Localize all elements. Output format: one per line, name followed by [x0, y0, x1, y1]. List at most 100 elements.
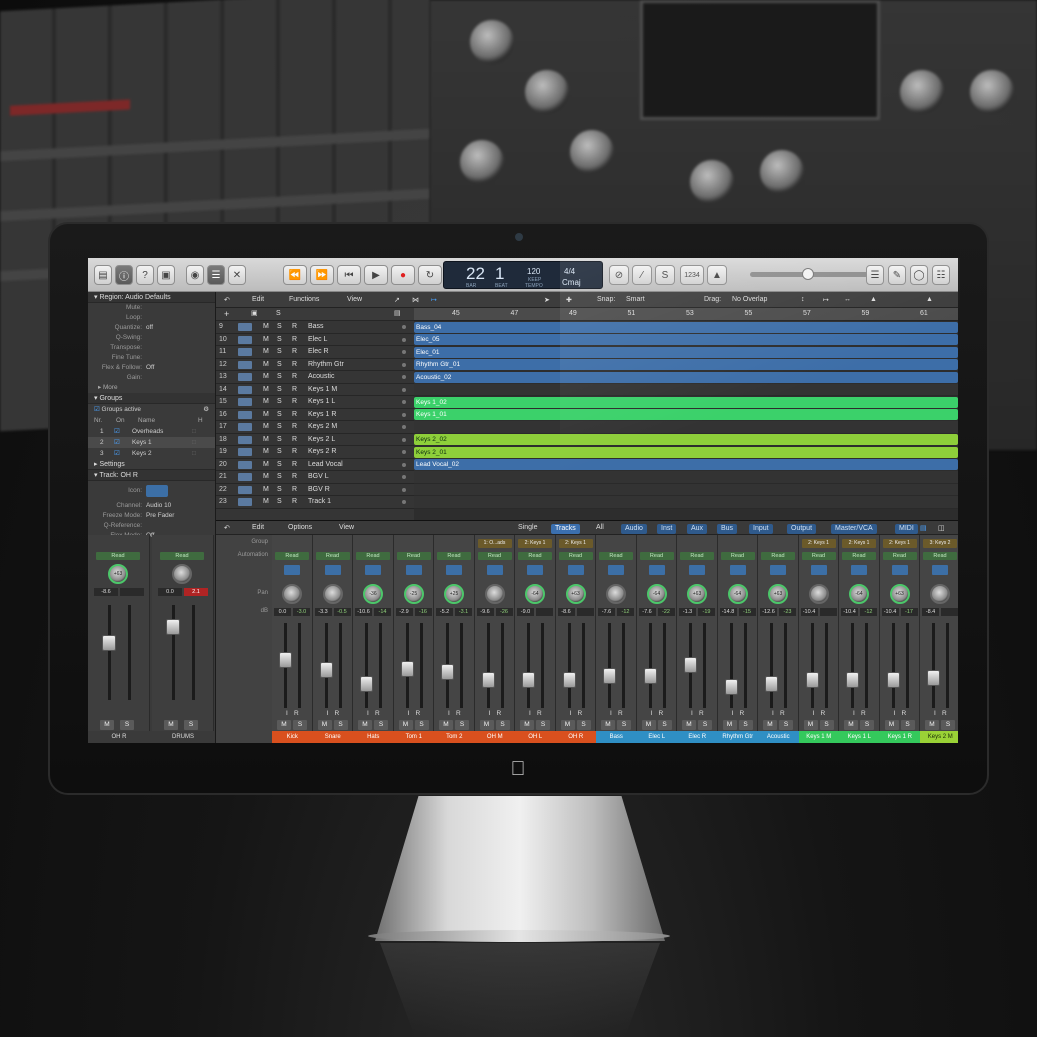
track-name[interactable]: Keys 1 L	[308, 398, 335, 405]
region-param-row[interactable]: Q-Swing:	[88, 333, 215, 343]
audio-region[interactable]: Keys 1_01	[414, 409, 958, 420]
peak-readout[interactable]: -23	[779, 608, 796, 616]
region-param-row[interactable]: Quantize: off	[88, 323, 215, 333]
audio-region[interactable]: Lead Vocal_02	[414, 459, 958, 470]
fader-track[interactable]	[932, 623, 935, 708]
gear-icon[interactable]: ⚙	[203, 404, 209, 416]
metronome-icon[interactable]: ▲	[707, 265, 727, 285]
track-header-row[interactable]: 10 M S R Elec L	[216, 334, 414, 346]
mute-button[interactable]: M	[263, 461, 269, 468]
channel-name[interactable]: Keys 2 M	[920, 731, 958, 743]
narrow-strips-icon[interactable]: ▤	[920, 524, 927, 532]
track-name[interactable]: Acoustic	[308, 373, 334, 380]
volume-fader[interactable]	[360, 675, 373, 692]
input-monitor-button[interactable]: I	[327, 710, 329, 717]
record-button[interactable]: R	[740, 710, 745, 717]
record-enable-button[interactable]: R	[292, 498, 297, 505]
zoom-slider-icon[interactable]: ▲	[870, 296, 877, 303]
track-on-indicator[interactable]	[402, 437, 406, 442]
lcd-display[interactable]: 22 1 BAR BEAT 120 KEEP TEMPO 4/4 Cmaj	[443, 261, 603, 289]
track-header-row[interactable]: 22 M S R BGV R	[216, 484, 414, 496]
fader-track[interactable]	[108, 605, 111, 700]
catch-icon[interactable]: ↦	[431, 296, 437, 304]
volume-readout[interactable]: -10.4	[881, 608, 899, 616]
channel-name[interactable]: Kick	[272, 731, 313, 743]
track-on-indicator[interactable]	[402, 462, 406, 467]
peak-readout[interactable]: -16	[414, 608, 432, 616]
record-enable-button[interactable]: R	[292, 411, 297, 418]
solo-button[interactable]: S	[941, 720, 955, 730]
groups-active-row[interactable]: ☑ Groups active ⚙	[88, 404, 215, 416]
empty-lane[interactable]	[414, 383, 958, 396]
channel-name[interactable]: DRUMS	[152, 731, 214, 743]
channel-name[interactable]: Acoustic	[758, 731, 799, 743]
record-button[interactable]: R	[699, 710, 704, 717]
input-monitor-button[interactable]: I	[286, 710, 288, 717]
automation-read-button[interactable]: Read	[96, 552, 140, 560]
group-hide-checkbox[interactable]: □	[192, 437, 196, 448]
empty-lane[interactable]	[414, 483, 958, 496]
help-icon[interactable]: ?	[136, 265, 154, 285]
track-name[interactable]: Keys 2 L	[308, 436, 335, 443]
mute-button[interactable]: M	[263, 411, 269, 418]
tuner-icon[interactable]: ⁄	[632, 265, 652, 285]
group-on-checkbox[interactable]: ☑	[114, 448, 132, 459]
filter-midi-button[interactable]: MIDI	[895, 524, 918, 534]
peak-readout[interactable]	[941, 608, 958, 616]
arrange-area[interactable]: Bass_04 Elec_05 Elec_01 Rhythm Gtr_01 Acoust…	[414, 321, 958, 520]
peak-readout[interactable]	[536, 608, 553, 616]
checkbox-icon[interactable]: ☑	[94, 404, 100, 416]
mixer-icon[interactable]: ☰	[207, 265, 225, 285]
track-header-row[interactable]: 18 M S R Keys 2 L	[216, 434, 414, 446]
editors-icon[interactable]: ✕	[228, 265, 246, 285]
channel-name[interactable]: OH L	[515, 731, 556, 743]
zoom-slider-icon-2[interactable]: ▲	[926, 296, 933, 303]
automation-read-button[interactable]: Read	[680, 552, 714, 560]
pan-knob[interactable]	[930, 584, 950, 604]
channel-name[interactable]: Elec R	[677, 731, 718, 743]
solo-button[interactable]: S	[277, 373, 282, 380]
track-on-indicator[interactable]	[402, 337, 406, 342]
channel-name[interactable]: Elec L	[636, 731, 677, 743]
input-monitor-button[interactable]: I	[813, 710, 815, 717]
mute-button[interactable]: M	[263, 498, 269, 505]
filter-aux-button[interactable]: Aux	[687, 524, 708, 534]
region-param-row[interactable]: Fine Tune:	[88, 353, 215, 363]
peak-readout[interactable]	[120, 588, 144, 596]
snap-select[interactable]: Smart	[626, 296, 645, 303]
solo-button[interactable]: S	[277, 323, 282, 330]
more-toggle[interactable]: ▸ More	[88, 383, 215, 393]
pan-knob[interactable]	[282, 584, 302, 604]
peak-readout[interactable]: -26	[495, 608, 513, 616]
input-monitor-button[interactable]: I	[691, 710, 693, 717]
solo-button[interactable]: S	[277, 411, 282, 418]
track-header-row[interactable]: 19 M S R Keys 2 R	[216, 446, 414, 459]
solo-button[interactable]: S	[617, 720, 631, 730]
loop-browser-icon[interactable]: ◯	[910, 265, 928, 285]
mute-button[interactable]: M	[722, 720, 737, 730]
play-icon[interactable]: ▶	[364, 265, 388, 285]
solo-button[interactable]: S	[277, 386, 282, 393]
volume-readout[interactable]: -10.6	[355, 608, 372, 616]
record-enable-button[interactable]: R	[292, 386, 297, 393]
pointer-tool-icon[interactable]: ➤	[544, 296, 550, 304]
channel-name[interactable]: Keys 1 R	[879, 731, 920, 743]
track-name[interactable]: Keys 1 M	[308, 386, 337, 393]
automation-read-button[interactable]: Read	[518, 552, 552, 560]
group-on-checkbox[interactable]: ☑	[114, 437, 132, 448]
pan-knob[interactable]: -64	[849, 584, 869, 604]
solo-button[interactable]: S	[455, 720, 469, 730]
peak-readout[interactable]: -17	[900, 608, 918, 616]
mute-button[interactable]: M	[560, 720, 575, 730]
flex-icon[interactable]: ⋈	[412, 296, 419, 304]
fader-track[interactable]	[486, 623, 490, 708]
master-volume-slider[interactable]	[750, 268, 868, 280]
solo-button[interactable]: S	[184, 720, 198, 730]
track-name[interactable]: Elec L	[308, 336, 327, 343]
record-button[interactable]: R	[294, 710, 299, 717]
fader-track[interactable]	[891, 623, 895, 708]
track-header-row[interactable]: 21 M S R BGV L	[216, 471, 414, 484]
automation-read-button[interactable]: Read	[558, 552, 593, 560]
record-button[interactable]: R	[578, 710, 583, 717]
group-slot[interactable]: 1: O...ads	[477, 539, 512, 548]
